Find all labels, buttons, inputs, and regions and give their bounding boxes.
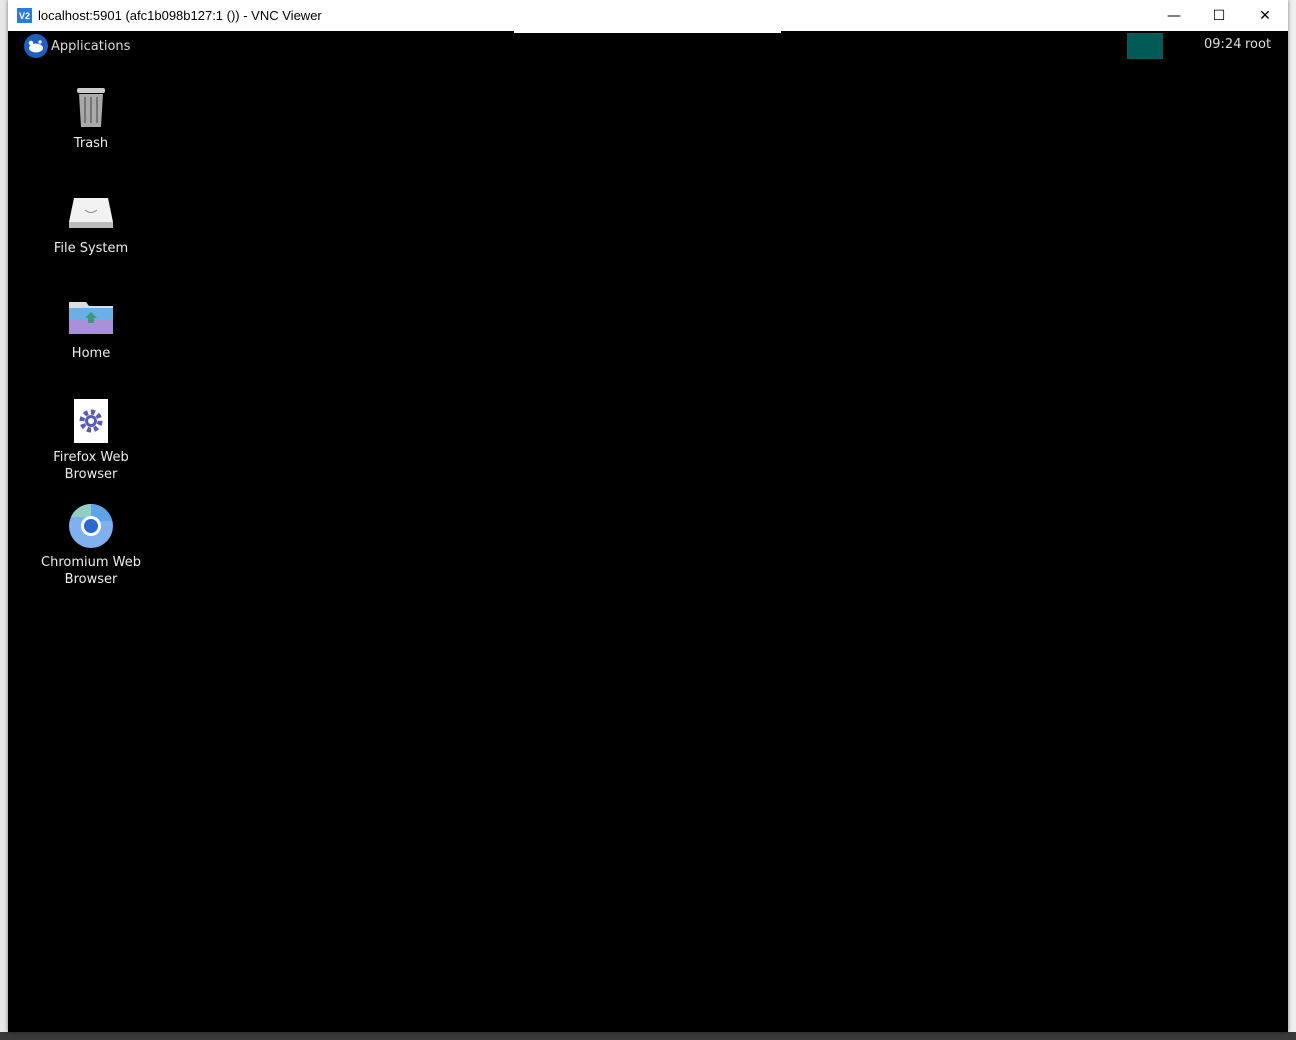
desktop-icon-chromium[interactable]: Chromium Web Browser [41,502,141,588]
vnc-viewer-window: V2 localhost:5901 (afc1b098b127:1 ()) - … [8,0,1288,1032]
remote-desktop[interactable]: Applications 09:24 root Trash File Syste… [8,31,1288,1032]
desktop-icon-trash[interactable]: Trash [41,83,141,152]
host-taskbar-strip [0,1032,1296,1040]
desktop-icon-label: File System [53,241,129,256]
chromium-icon [67,502,115,550]
user-label[interactable]: root [1245,37,1271,52]
minimize-button[interactable]: — [1151,0,1197,31]
host-background-left [0,0,8,1040]
desktop-icon-label: Firefox Web Browser [53,450,129,482]
title-bar[interactable]: V2 localhost:5901 (afc1b098b127:1 ()) - … [8,0,1288,31]
window-title: localhost:5901 (afc1b098b127:1 ()) - VNC… [38,8,322,23]
maximize-button[interactable]: ☐ [1196,0,1242,31]
trash-icon [67,83,115,131]
drive-icon [67,188,115,236]
desktop-icon-firefox[interactable]: Firefox Web Browser [41,397,141,483]
desktop-icon-label: Trash [73,136,109,151]
desktop-icon-file-system[interactable]: File System [41,188,141,257]
home-folder-icon [67,293,115,341]
workspace-switcher[interactable] [1127,33,1163,59]
vnc-app-icon: V2 [17,8,32,23]
xfce-logo-icon [24,34,48,58]
gear-icon [67,397,115,445]
top-panel: Applications 09:24 root [8,31,1288,61]
desktop-icon-label: Chromium Web Browser [41,555,141,587]
applications-menu-button[interactable]: Applications [24,34,130,58]
applications-label: Applications [51,38,131,54]
clock[interactable]: 09:24 [1204,37,1241,52]
desktop-icon-label: Home [71,346,111,361]
desktop-icon-home[interactable]: Home [41,293,141,362]
close-button[interactable]: ✕ [1242,0,1288,31]
